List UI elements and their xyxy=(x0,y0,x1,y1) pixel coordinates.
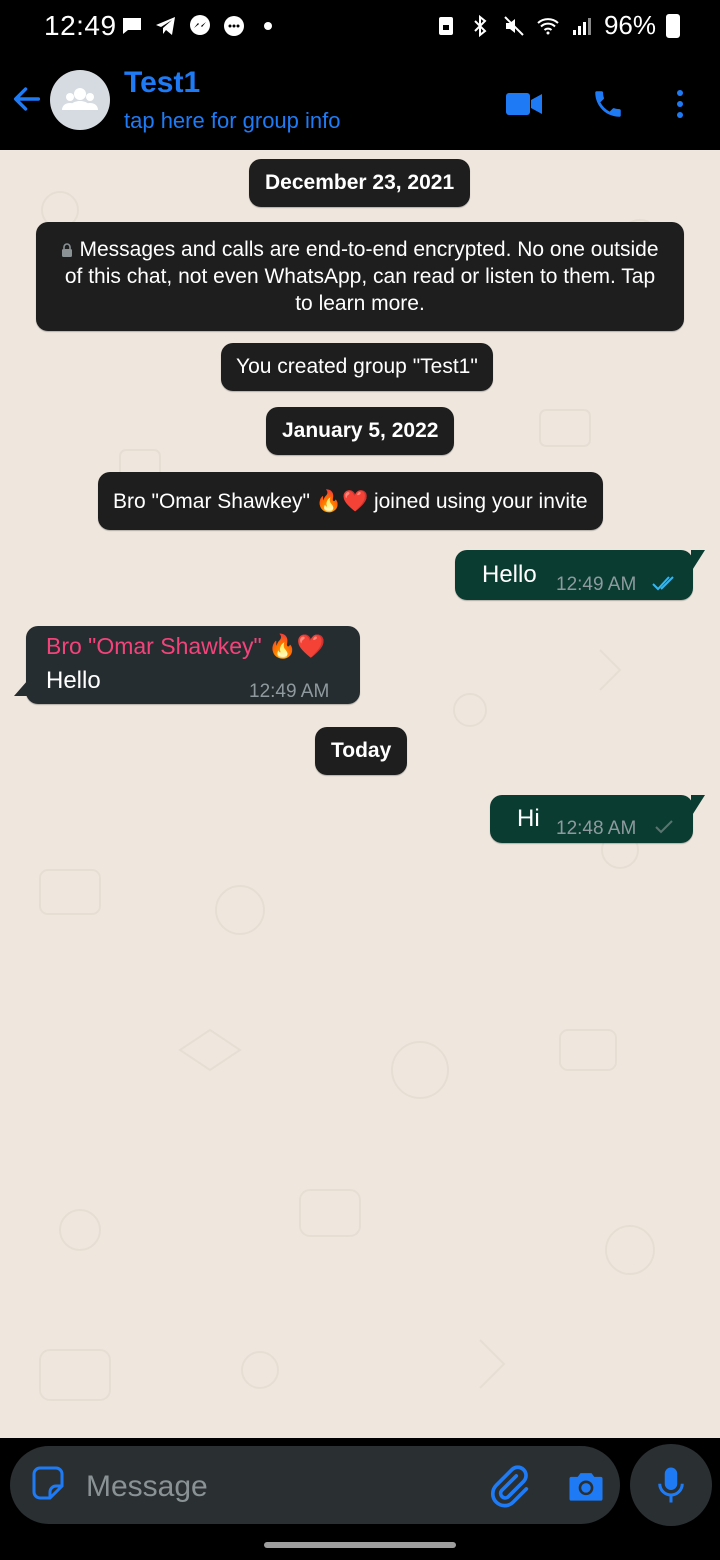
encryption-notice-text: Messages and calls are end-to-end encryp… xyxy=(64,238,659,315)
message-time: 12:49 AM xyxy=(556,574,637,595)
message-text: Hi xyxy=(517,805,540,832)
message-text: Hello xyxy=(46,667,101,694)
single-check-sent-icon xyxy=(655,820,673,834)
status-time: 12:49 xyxy=(44,10,117,41)
group-info-link[interactable]: tap here for group info xyxy=(124,108,340,134)
bluetooth-icon xyxy=(474,14,487,37)
kebab-menu-icon xyxy=(677,90,683,118)
outgoing-message[interactable]: Hi 12:48 AM xyxy=(490,795,705,843)
telegram-icon xyxy=(156,17,175,35)
battery-percent: 96% xyxy=(603,10,656,40)
messenger-icon xyxy=(190,15,210,35)
sticker-icon[interactable] xyxy=(28,1464,68,1504)
outgoing-message[interactable]: Hello 12:49 AM xyxy=(455,550,705,600)
back-arrow-icon[interactable] xyxy=(10,82,44,116)
status-bar: 12:49 96% xyxy=(0,0,720,56)
bubble-tail xyxy=(691,795,705,817)
bubble-tail xyxy=(691,550,705,572)
bubble-tail xyxy=(14,680,28,696)
paperclip-icon[interactable] xyxy=(486,1464,530,1508)
message-time: 12:48 AM xyxy=(556,818,637,839)
battery-icon xyxy=(666,13,680,38)
notification-icons xyxy=(120,14,280,38)
member-joined-notice: Bro "Omar Shawkey" 🔥❤️ joined using your… xyxy=(98,472,603,530)
date-divider: Today xyxy=(315,727,408,775)
lock-screen-icon xyxy=(438,16,453,35)
message-icon xyxy=(123,18,141,34)
message-input[interactable] xyxy=(84,1464,468,1510)
dot-icon xyxy=(264,22,272,30)
sender-name: Bro "Omar Shawkey" 🔥❤️ xyxy=(46,633,326,660)
message-time: 12:49 AM xyxy=(249,681,330,702)
date-divider: December 23, 2021 xyxy=(249,159,471,207)
encryption-notice[interactable]: Messages and calls are end-to-end encryp… xyxy=(36,222,684,331)
wifi-icon xyxy=(537,17,559,34)
joined-emoji: 🔥❤️ xyxy=(315,489,369,513)
system-icons: 96% xyxy=(434,10,680,41)
chat-title[interactable]: Test1 xyxy=(124,66,200,100)
joined-suffix: joined using your invite xyxy=(368,490,588,513)
chat-header: Test1 tap here for group info xyxy=(0,56,720,150)
lock-icon xyxy=(62,243,73,257)
signal-icon xyxy=(572,17,591,35)
video-camera-icon xyxy=(506,93,542,115)
camera-icon[interactable] xyxy=(564,1464,608,1508)
microphone-icon xyxy=(658,1467,684,1503)
message-text: Hello xyxy=(482,561,537,588)
gesture-nav-handle[interactable] xyxy=(264,1542,456,1548)
phone-icon xyxy=(595,91,621,117)
incoming-message[interactable]: Bro "Omar Shawkey" 🔥❤️ Hello 12:49 AM xyxy=(14,626,360,704)
more-options-button[interactable] xyxy=(660,86,700,122)
voice-record-button[interactable] xyxy=(630,1444,712,1526)
date-divider: January 5, 2022 xyxy=(266,407,455,455)
compose-field xyxy=(10,1446,620,1524)
video-call-button[interactable] xyxy=(504,86,544,122)
double-check-read-icon xyxy=(652,576,674,591)
chat-messages[interactable]: December 23, 2021 Messages and calls are… xyxy=(0,150,720,1438)
mute-icon xyxy=(504,15,524,36)
group-created-notice: You created group "Test1" xyxy=(221,343,493,391)
group-icon xyxy=(62,88,98,110)
chat-bubble-icon xyxy=(224,16,244,36)
voice-call-button[interactable] xyxy=(588,86,628,122)
joined-member-name: Bro "Omar Shawkey" xyxy=(113,490,316,513)
group-avatar[interactable] xyxy=(50,70,110,130)
